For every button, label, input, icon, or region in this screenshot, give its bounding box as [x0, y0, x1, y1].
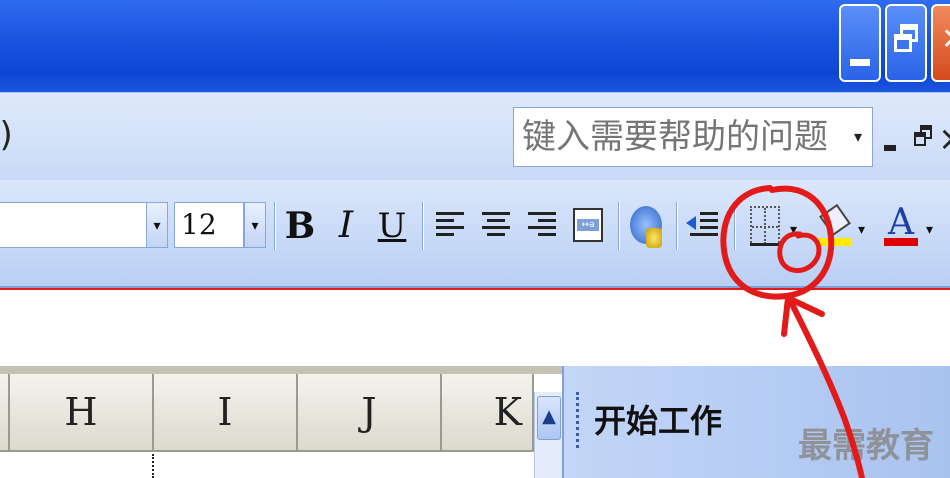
coins-icon — [646, 228, 662, 248]
bold-icon: B — [284, 205, 316, 247]
restore-icon-front — [894, 34, 912, 52]
fill-color-swatch — [818, 238, 852, 246]
watermark-text: 最需教育 — [798, 426, 934, 466]
font-name-combo[interactable] — [0, 202, 168, 248]
font-color-icon: A — [888, 202, 914, 243]
close-icon: ✕ — [941, 22, 950, 57]
borders-dropdown[interactable]: ▾ — [790, 222, 797, 238]
fill-color-icon — [819, 203, 851, 237]
underline-icon: U — [377, 206, 407, 246]
underline-button[interactable]: U — [374, 198, 410, 254]
align-right-button[interactable] — [524, 198, 560, 254]
workbook-restore-icon-front — [914, 132, 926, 146]
bold-button[interactable]: B — [282, 198, 318, 254]
borders-icon[interactable] — [750, 206, 780, 246]
fill-color-button[interactable] — [818, 203, 852, 252]
menu-bar: j) ▾ × — [0, 92, 950, 180]
column-header-partial[interactable] — [0, 374, 10, 452]
italic-icon: I — [338, 205, 354, 246]
font-size-combo[interactable]: 12 — [174, 202, 244, 248]
help-dropdown-button[interactable]: ▾ — [844, 108, 872, 166]
cell-selection-border — [152, 454, 154, 478]
font-color-dropdown[interactable]: ▾ — [926, 222, 933, 238]
decrease-indent-button[interactable] — [686, 198, 722, 254]
toolbar-separator — [422, 202, 424, 250]
align-right-icon — [528, 212, 556, 242]
title-bar: ✕ — [0, 0, 950, 92]
task-pane-title[interactable]: 开始工作 — [594, 396, 722, 442]
column-header-k[interactable]: K — [442, 374, 534, 452]
minimize-icon — [850, 59, 870, 66]
scroll-up-button[interactable]: ▲ — [537, 396, 561, 440]
workbook-restore-icon[interactable] — [914, 125, 932, 147]
font-name-dropdown[interactable]: ▾ — [146, 202, 168, 248]
workbook-minimize-icon[interactable] — [884, 145, 896, 151]
restore-button[interactable] — [885, 4, 927, 82]
align-center-button[interactable] — [478, 198, 514, 254]
font-color-button[interactable]: A — [884, 204, 918, 252]
grid-top-border — [0, 366, 562, 374]
toolbar-separator — [618, 202, 620, 250]
column-header-h[interactable]: H — [10, 374, 154, 452]
align-left-icon — [436, 212, 464, 242]
worksheet-grid[interactable]: H I J K — [0, 366, 562, 478]
toolbar-separator — [274, 202, 276, 250]
workbook-close-icon[interactable]: × — [938, 119, 950, 159]
fill-color-dropdown[interactable]: ▾ — [858, 222, 865, 238]
formula-bar[interactable] — [0, 288, 950, 366]
column-header-j[interactable]: J — [298, 374, 442, 452]
close-button[interactable]: ✕ — [931, 4, 950, 82]
font-color-swatch — [884, 238, 918, 246]
italic-button[interactable]: I — [328, 198, 364, 254]
menu-item-partial[interactable]: j) — [0, 115, 13, 155]
merge-center-button[interactable]: ↔a — [570, 198, 606, 254]
help-question-input[interactable] — [514, 108, 844, 166]
help-question-box[interactable]: ▾ — [513, 107, 873, 167]
font-size-dropdown[interactable]: ▾ — [244, 202, 266, 248]
column-header-i[interactable]: I — [154, 374, 298, 452]
toolbar-separator — [734, 202, 736, 250]
merge-center-icon: ↔a — [573, 208, 603, 242]
formatting-toolbar: ▾ 12 ▾ B I U ↔a ▾ ▾ A ▾ — [0, 180, 950, 288]
arrow-left-icon — [686, 216, 696, 230]
vertical-scrollbar[interactable]: ▲ — [534, 392, 562, 478]
minimize-button[interactable] — [839, 4, 881, 82]
currency-style-button[interactable] — [628, 198, 664, 254]
align-center-icon — [482, 212, 510, 242]
task-pane-grip[interactable] — [576, 392, 580, 448]
align-left-button[interactable] — [432, 198, 468, 254]
toolbar-separator — [676, 202, 678, 250]
